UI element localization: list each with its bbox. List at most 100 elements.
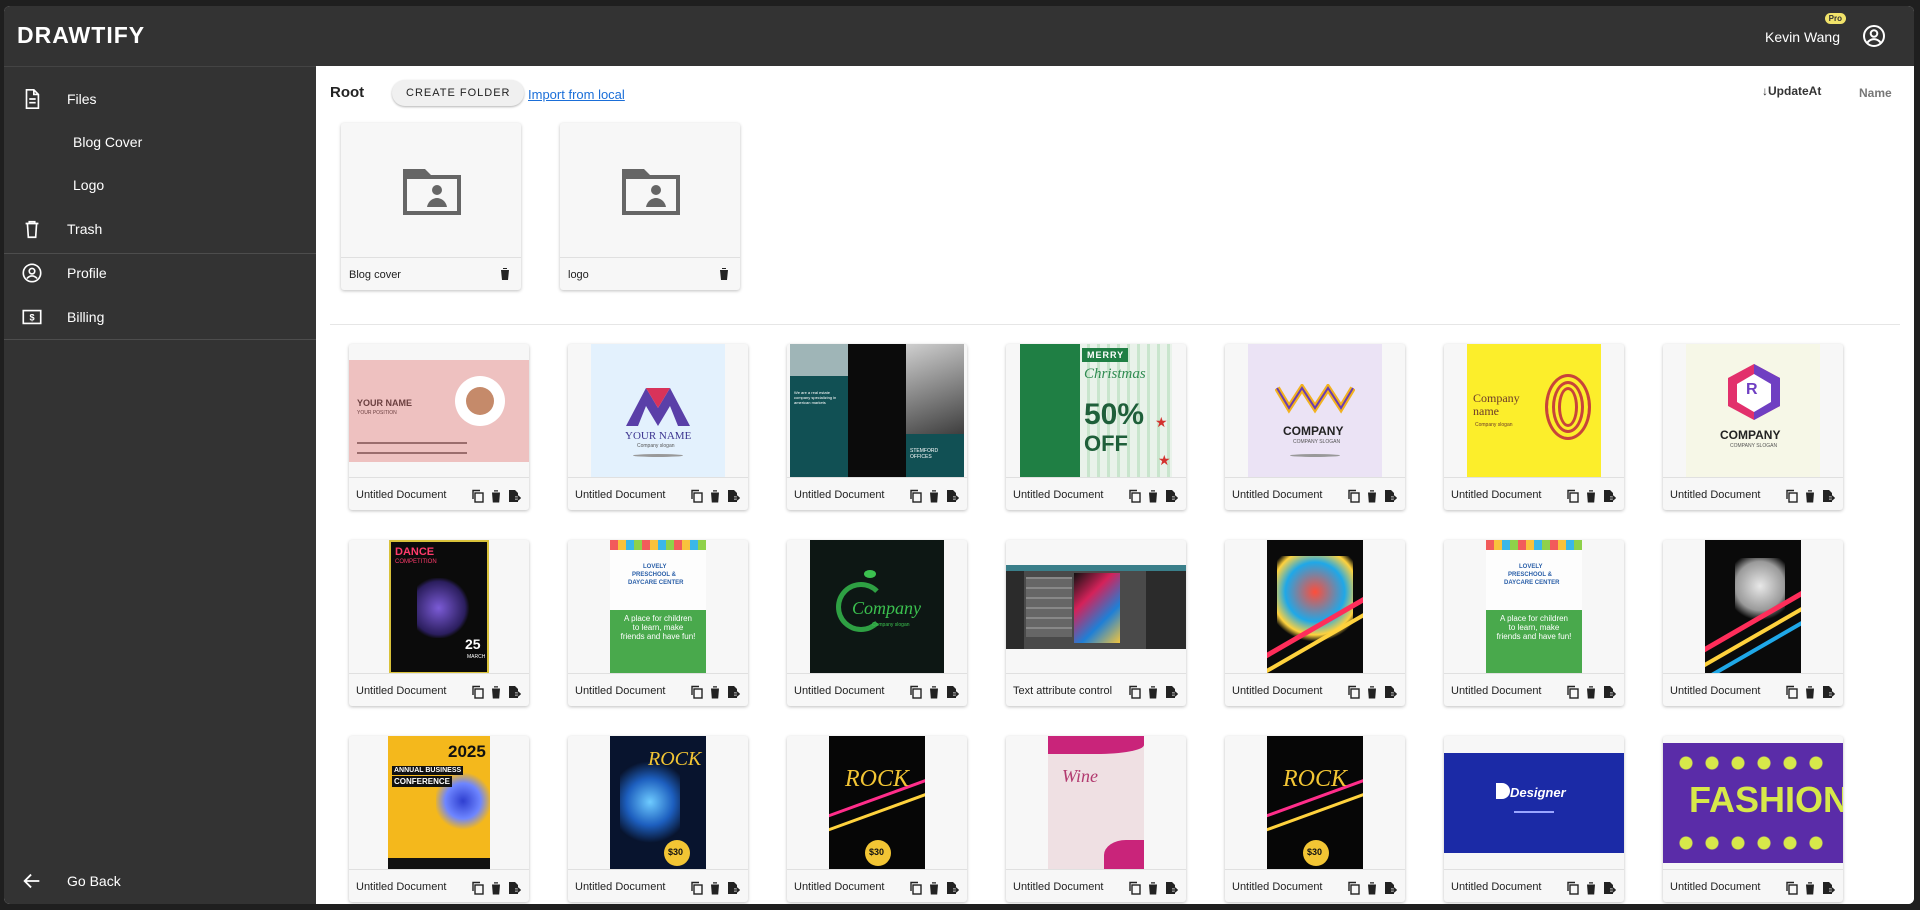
document-thumbnail[interactable]: We are a real estate company specializin… (787, 344, 967, 478)
delete-icon[interactable] (1584, 685, 1598, 699)
document-thumbnail[interactable]: YOUR NAME YOUR POSITION (349, 344, 529, 478)
document-card[interactable]: LOVELY PRESCHOOL & DAYCARE CENTER A plac… (1444, 540, 1624, 706)
move-file-icon[interactable] (507, 685, 521, 699)
document-card[interactable]: MERRY Christmas 50% OFF ★ ★ Untitled Doc… (1006, 344, 1186, 510)
move-file-icon[interactable] (507, 881, 521, 895)
move-file-icon[interactable] (1821, 489, 1835, 503)
document-card[interactable]: Designer Untitled Document (1444, 736, 1624, 902)
move-file-icon[interactable] (507, 489, 521, 503)
move-file-icon[interactable] (1383, 685, 1397, 699)
document-thumbnail[interactable]: R COMPANY COMPANY SLOGAN (1663, 344, 1843, 478)
copy-icon[interactable] (909, 489, 923, 503)
delete-icon[interactable] (708, 881, 722, 895)
delete-icon[interactable] (1365, 489, 1379, 503)
delete-icon[interactable] (1803, 881, 1817, 895)
delete-icon[interactable] (718, 267, 730, 280)
document-card[interactable]: YOUR NAME YOUR POSITION Untitled Documen… (349, 344, 529, 510)
move-file-icon[interactable] (945, 685, 959, 699)
move-file-icon[interactable] (945, 881, 959, 895)
delete-icon[interactable] (1365, 881, 1379, 895)
sort-by-update-button[interactable]: ↓UpdateAt (1762, 84, 1821, 98)
copy-icon[interactable] (1347, 685, 1361, 699)
breadcrumb-root[interactable]: Root (330, 84, 364, 101)
document-thumbnail[interactable]: ROCK $30 (568, 736, 748, 870)
document-thumbnail[interactable]: ROCK $30 (1225, 736, 1405, 870)
move-file-icon[interactable] (726, 881, 740, 895)
move-file-icon[interactable] (1164, 685, 1178, 699)
document-card[interactable]: Untitled Document (1663, 540, 1843, 706)
copy-icon[interactable] (909, 685, 923, 699)
document-card[interactable]: ROCK $30 Untitled Document (568, 736, 748, 902)
sidebar-item-logo[interactable]: Logo (4, 163, 316, 206)
sidebar-item-files[interactable]: Files (4, 77, 316, 120)
document-thumbnail[interactable]: LOVELY PRESCHOOL & DAYCARE CENTER A plac… (568, 540, 748, 674)
document-thumbnail[interactable] (1225, 540, 1405, 674)
document-thumbnail[interactable]: Company name Company slogan (1444, 344, 1624, 478)
document-thumbnail[interactable]: 2025 ANNUAL BUSINESS CONFERENCE (349, 736, 529, 870)
document-thumbnail[interactable]: YOUR NAME Company slogan (568, 344, 748, 478)
document-card[interactable]: Text attribute control (1006, 540, 1186, 706)
copy-icon[interactable] (1566, 489, 1580, 503)
import-from-local-link[interactable]: Import from local (528, 87, 625, 102)
delete-icon[interactable] (499, 267, 511, 280)
sidebar-item-trash[interactable]: Trash (4, 207, 316, 250)
document-card[interactable]: ROCK $30 Untitled Document (1225, 736, 1405, 902)
move-file-icon[interactable] (945, 489, 959, 503)
document-thumbnail[interactable]: Company Company slogan (787, 540, 967, 674)
document-thumbnail[interactable]: Wine (1006, 736, 1186, 870)
account-circle-icon[interactable] (1862, 24, 1886, 48)
go-back-button[interactable]: Go Back (4, 859, 316, 902)
copy-icon[interactable] (1566, 881, 1580, 895)
delete-icon[interactable] (1584, 881, 1598, 895)
document-thumbnail[interactable]: COMPANY COMPANY SLOGAN (1225, 344, 1405, 478)
folder-card[interactable]: logo (560, 123, 740, 290)
document-thumbnail[interactable] (1663, 540, 1843, 674)
sidebar-item-profile[interactable]: Profile (4, 251, 316, 294)
document-thumbnail[interactable]: MERRY Christmas 50% OFF ★ ★ (1006, 344, 1186, 478)
delete-icon[interactable] (1365, 685, 1379, 699)
document-card[interactable]: Company name Company slogan Untitled Doc… (1444, 344, 1624, 510)
copy-icon[interactable] (1128, 685, 1142, 699)
document-thumbnail[interactable]: DANCE COMPETITION 25 MARCH (349, 540, 529, 674)
copy-icon[interactable] (1128, 489, 1142, 503)
folder-card[interactable]: Blog cover (341, 123, 521, 290)
sort-by-name-button[interactable]: Name (1859, 86, 1892, 100)
move-file-icon[interactable] (1821, 881, 1835, 895)
create-folder-button[interactable]: CREATE FOLDER (392, 80, 525, 106)
document-card[interactable]: DANCE COMPETITION 25 MARCH Untitled Docu… (349, 540, 529, 706)
move-file-icon[interactable] (1821, 685, 1835, 699)
delete-icon[interactable] (1146, 881, 1160, 895)
delete-icon[interactable] (1803, 685, 1817, 699)
copy-icon[interactable] (1128, 881, 1142, 895)
document-card[interactable]: Untitled Document (1225, 540, 1405, 706)
move-file-icon[interactable] (1383, 489, 1397, 503)
document-card[interactable]: FASHION Untitled Document (1663, 736, 1843, 902)
copy-icon[interactable] (1785, 881, 1799, 895)
delete-icon[interactable] (927, 881, 941, 895)
document-card[interactable]: COMPANY COMPANY SLOGAN Untitled Document (1225, 344, 1405, 510)
move-file-icon[interactable] (1602, 881, 1616, 895)
document-thumbnail[interactable]: ROCK $30 (787, 736, 967, 870)
delete-icon[interactable] (1146, 489, 1160, 503)
delete-icon[interactable] (1146, 685, 1160, 699)
document-card[interactable]: YOUR NAME Company slogan Untitled Docume… (568, 344, 748, 510)
copy-icon[interactable] (1347, 489, 1361, 503)
delete-icon[interactable] (1803, 489, 1817, 503)
delete-icon[interactable] (708, 685, 722, 699)
document-card[interactable]: Company Company slogan Untitled Document (787, 540, 967, 706)
copy-icon[interactable] (1785, 685, 1799, 699)
delete-icon[interactable] (708, 489, 722, 503)
document-card[interactable]: R COMPANY COMPANY SLOGAN Untitled Docume… (1663, 344, 1843, 510)
delete-icon[interactable] (927, 685, 941, 699)
copy-icon[interactable] (1785, 489, 1799, 503)
copy-icon[interactable] (471, 881, 485, 895)
document-thumbnail[interactable]: FASHION (1663, 736, 1843, 870)
document-card[interactable]: Wine Untitled Document (1006, 736, 1186, 902)
move-file-icon[interactable] (1164, 489, 1178, 503)
move-file-icon[interactable] (1164, 881, 1178, 895)
copy-icon[interactable] (1347, 881, 1361, 895)
document-card[interactable]: LOVELY PRESCHOOL & DAYCARE CENTER A plac… (568, 540, 748, 706)
copy-icon[interactable] (909, 881, 923, 895)
copy-icon[interactable] (471, 685, 485, 699)
delete-icon[interactable] (489, 881, 503, 895)
